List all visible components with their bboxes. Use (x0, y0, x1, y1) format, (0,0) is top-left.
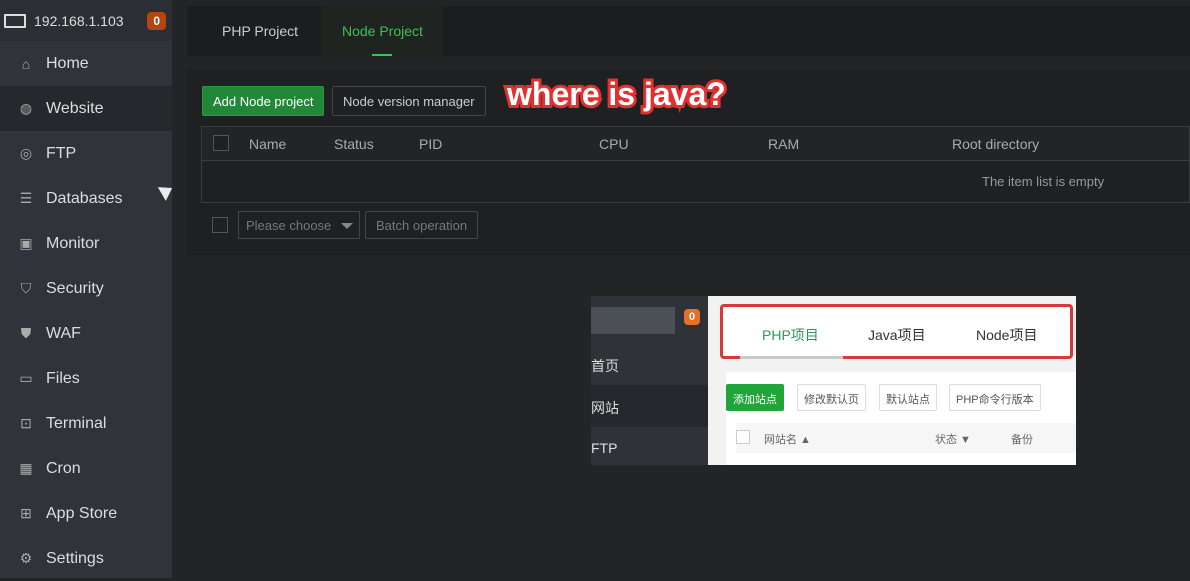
inset-column: 网站名 ▲ (764, 434, 811, 446)
inset-column: 状态 ▼ (935, 434, 971, 446)
chevron-down-icon (341, 223, 353, 229)
sidebar-item-terminal[interactable]: ⊡ Terminal (0, 401, 172, 446)
inset-table-header: 网站名 ▲ 状态 ▼ 备份 (736, 423, 1076, 453)
select-placeholder: Please choose (246, 218, 332, 233)
batch-operation-button[interactable]: Batch operation (365, 211, 479, 239)
sidebar-item-label: Files (46, 369, 80, 387)
annotation-text: where is java? (504, 73, 729, 115)
waf-shield-icon: ⛊ (20, 325, 32, 341)
project-table: Name Status PID CPU RAM Root directory T… (201, 126, 1190, 203)
add-node-project-button[interactable]: Add Node project (202, 86, 325, 116)
sidebar-item-waf[interactable]: ⛊ WAF (0, 311, 172, 356)
inset-button: 添加站点 (726, 384, 784, 411)
inset-blurred-host (591, 307, 675, 334)
sidebar-item-app-store[interactable]: ⊞ App Store (0, 491, 172, 536)
gear-icon: ⚙ (19, 550, 33, 566)
sidebar-item-settings[interactable]: ⚙ Settings (0, 536, 172, 581)
inset-button: PHP命令行版本 (949, 384, 1041, 411)
sidebar-item-monitor[interactable]: ▣ Monitor (0, 221, 172, 266)
inset-main: PHP项目 Java项目 Node项目 添加站点 修改默认页 默认站点 PHP命… (708, 296, 1076, 465)
monitor-icon: ▣ (19, 235, 33, 251)
inset-nav-ftp: FTP (591, 440, 618, 456)
sidebar-item-cron[interactable]: ▦ Cron (0, 446, 172, 491)
sidebar-item-label: App Store (46, 504, 118, 522)
folder-icon: ▭ (19, 370, 33, 386)
inset-tab-node: Node项目 (976, 327, 1038, 343)
reference-screenshot: 0 首页 网站 FTP PHP项目 Java项目 Node项目 添加站点 修改默… (591, 296, 1076, 465)
project-tabs: PHP Project Node Project (187, 6, 1190, 56)
database-icon: ☰ (19, 190, 33, 206)
sidebar-item-ftp[interactable]: ◎ FTP (0, 131, 172, 176)
sidebar-item-label: Security (46, 279, 104, 297)
sidebar-item-security[interactable]: ⛉ Security (0, 266, 172, 311)
sidebar-item-label: WAF (46, 324, 81, 342)
sidebar-item-label: Cron (46, 459, 81, 477)
inset-sidebar: 0 首页 网站 FTP (591, 296, 708, 465)
column-ram[interactable]: RAM (768, 136, 799, 152)
apps-icon: ⊞ (20, 505, 32, 521)
sidebar-item-label: Terminal (46, 414, 107, 432)
node-version-manager-button[interactable]: Node version manager (332, 86, 486, 116)
column-cpu[interactable]: CPU (599, 136, 629, 152)
select-all-checkbox[interactable] (213, 135, 229, 151)
inset-tab-underline (740, 356, 843, 359)
server-header: 192.168.1.103 0 (0, 0, 172, 41)
inset-tabs-highlight: PHP项目 Java项目 Node项目 (720, 304, 1073, 359)
sidebar-item-label: FTP (46, 144, 77, 162)
sidebar-item-label: Website (46, 99, 104, 117)
server-ip: 192.168.1.103 (34, 12, 124, 29)
inset-badge: 0 (684, 309, 701, 325)
inset-button: 修改默认页 (797, 384, 866, 411)
column-pid[interactable]: PID (419, 136, 442, 152)
monitor-icon (4, 13, 26, 28)
column-root-directory[interactable]: Root directory (952, 136, 1039, 152)
sidebar: 192.168.1.103 0 ⌂ Home ◍ Website ◎ FTP ☰ Dat… (0, 0, 172, 578)
footer-checkbox[interactable] (212, 217, 228, 233)
inset-checkbox (736, 430, 750, 444)
inset-tab-php: PHP项目 (762, 327, 819, 343)
sidebar-item-databases[interactable]: ☰ Databases (0, 176, 172, 221)
inset-tab-java: Java项目 (868, 327, 926, 343)
notification-badge[interactable]: 0 (147, 11, 166, 30)
sidebar-item-label: Settings (46, 549, 104, 567)
ftp-icon: ◎ (19, 145, 33, 161)
inset-button: 默认站点 (879, 384, 937, 411)
sidebar-item-website[interactable]: ◍ Website (0, 86, 172, 131)
terminal-icon: ⊡ (20, 415, 32, 431)
inset-column: 备份 (1011, 434, 1033, 446)
table-header: Name Status PID CPU RAM Root directory (202, 127, 1189, 161)
sidebar-item-label: Databases (46, 189, 123, 207)
empty-message: The item list is empty (982, 174, 1105, 189)
batch-select[interactable]: Please choose (238, 211, 360, 239)
sidebar-item-files[interactable]: ▭ Files (0, 356, 172, 401)
tab-php-project[interactable]: PHP Project (187, 6, 322, 56)
globe-icon: ◍ (19, 100, 33, 116)
column-name[interactable]: Name (249, 136, 286, 152)
sidebar-item-label: Monitor (46, 234, 100, 252)
inset-nav-home: 首页 (591, 358, 619, 374)
home-icon: ⌂ (21, 55, 31, 72)
sidebar-item-home[interactable]: ⌂ Home (0, 41, 172, 86)
tab-node-project[interactable]: Node Project (322, 6, 443, 56)
sidebar-item-label: Home (46, 54, 89, 72)
shield-icon: ⛉ (20, 280, 32, 296)
inset-nav-website: 网站 (591, 385, 708, 427)
calendar-icon: ▦ (19, 460, 33, 476)
column-status[interactable]: Status (334, 136, 374, 152)
inset-card: 添加站点 修改默认页 默认站点 PHP命令行版本 网站名 ▲ 状态 ▼ 备份 (726, 372, 1076, 465)
